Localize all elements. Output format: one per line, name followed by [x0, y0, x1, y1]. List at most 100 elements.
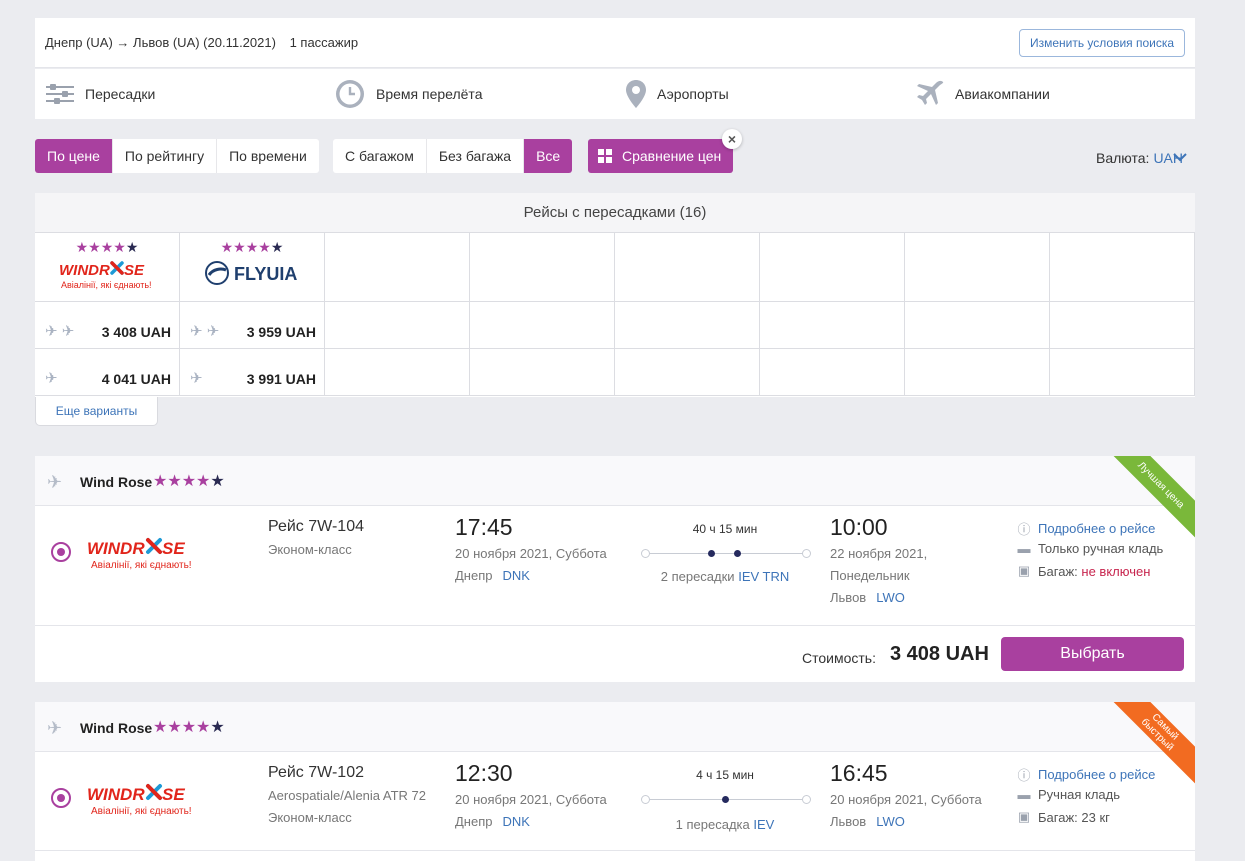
departure-time: 12:30	[455, 760, 513, 786]
details-label: Подробнее о рейсе	[1038, 521, 1156, 536]
sort-buttons: По цене По рейтингу По времени	[35, 139, 319, 173]
airline-rating: ★★★★★	[220, 239, 284, 255]
divider	[35, 850, 1195, 851]
svg-text:Авіалінії, які єднають!: Авіалінії, які єднають!	[91, 560, 192, 571]
stop-codes[interactable]: IEV TRN	[738, 569, 789, 584]
location-pin-icon	[626, 80, 646, 108]
svg-text:SE: SE	[162, 539, 185, 558]
sliders-icon	[46, 84, 74, 104]
filter-airports[interactable]: Аэропорты	[625, 69, 729, 119]
arrival-city: Львов	[830, 814, 867, 829]
flight-duration: 40 ч 15 мин	[692, 522, 758, 536]
matrix-airline-cell	[470, 233, 615, 302]
flight-duration: 4 ч 15 мин	[696, 768, 754, 782]
filter-label: Аэропорты	[657, 86, 729, 102]
passenger-count: 1 пассажир	[289, 35, 359, 50]
more-options-button[interactable]: Еще варианты	[35, 397, 158, 426]
matrix-price-cell	[905, 349, 1050, 396]
chevron-down-icon[interactable]	[1172, 150, 1188, 164]
arrival-code[interactable]: LWO	[876, 814, 905, 829]
sort-by-time[interactable]: По времени	[217, 139, 319, 173]
card-header: ✈ Wind Rose ★★★★★	[35, 456, 1195, 506]
info-icon: ⓘ	[1017, 522, 1031, 537]
arrival-time: 10:00	[830, 514, 888, 540]
matrix-price-cell	[470, 349, 615, 396]
filter-label: Время перелёта	[376, 86, 483, 102]
svg-text:Авіалінії, які єднають!: Авіалінії, які єднають!	[91, 806, 192, 817]
matrix-price-cell[interactable]: ✈ ✈ 3 959 UAH	[180, 302, 325, 349]
departure-airport: Днепр DNK	[455, 814, 530, 829]
stop-codes[interactable]: IEV	[753, 817, 774, 832]
windrose-logo: WINDR SE Авіалінії, які єднають!	[35, 257, 179, 296]
matrix-airline-cell[interactable]: ★★★★★ WINDR SE Авіалінії, які єднають!	[35, 233, 180, 302]
search-summary: Днепр (UA) → Львов (UA) (20.11.2021) 1 п…	[35, 18, 1195, 68]
matrix-price: 3 991 UAH	[246, 371, 316, 387]
flight-number: Рейс 7W-102	[268, 764, 364, 781]
info-icon: ⓘ	[1017, 768, 1031, 783]
plane-icon: ✈ ✈	[190, 323, 220, 340]
flight-radio[interactable]	[51, 542, 71, 562]
select-flight-button[interactable]: Выбрать	[1001, 637, 1184, 671]
plane-icon	[917, 80, 944, 105]
matrix-price-cell	[470, 302, 615, 349]
matrix-price-cell	[760, 349, 905, 396]
windrose-logo: WINDR SE Авіалінії, які єднають!	[87, 782, 199, 821]
suitcase-icon: ▣	[1017, 809, 1031, 824]
departure-code[interactable]: DNK	[502, 814, 529, 829]
with-baggage-button[interactable]: С багажом	[333, 139, 427, 173]
filter-airlines[interactable]: Авиакомпании	[915, 69, 1050, 119]
hand-luggage-label: Только ручная кладь	[1038, 541, 1164, 556]
route-track	[641, 549, 811, 558]
without-baggage-button[interactable]: Без багажа	[427, 139, 525, 173]
svg-text:Авіалінії, які єднають!: Авіалінії, які єднають!	[61, 280, 152, 290]
price-total: 3 408 UAH	[890, 643, 989, 665]
matrix-price-cell[interactable]: ✈ 4 041 UAH	[35, 349, 180, 396]
aircraft-type: Aerospatiale/Alenia ATR 72	[268, 788, 427, 803]
flight-details-link[interactable]: ⓘ Подробнее о рейсе	[1016, 519, 1155, 538]
filter-flight-time[interactable]: Время перелёта	[334, 69, 482, 119]
plane-icon: ✈	[47, 472, 63, 492]
matrix-price-cell	[325, 302, 470, 349]
arrival-weekday: Понедельник	[830, 568, 910, 583]
plane-icon: ✈	[47, 718, 63, 738]
svg-text:WINDR: WINDR	[87, 539, 145, 558]
route-text: Днепр (UA) → Львов (UA) (20.11.2021)	[45, 35, 276, 50]
grid-icon	[598, 149, 612, 163]
filter-transfers[interactable]: Пересадки	[45, 69, 155, 119]
stops-info: 2 пересадки IEV TRN	[635, 569, 815, 584]
arrival-date: 22 ноября 2021,	[830, 546, 928, 561]
arrival-code[interactable]: LWO	[876, 590, 905, 605]
departure-code[interactable]: DNK	[502, 568, 529, 583]
flight-radio[interactable]	[51, 788, 71, 808]
arrival-time: 16:45	[830, 760, 888, 786]
card-footer: Стоимость: 3 408 UAH Выбрать	[35, 625, 1195, 681]
matrix-price-cell[interactable]: ✈ 3 991 UAH	[180, 349, 325, 396]
card-header: ✈ Wind Rose ★★★★★	[35, 702, 1195, 752]
airline-rating: ★★★★★	[153, 719, 225, 736]
all-baggage-button[interactable]: Все	[524, 139, 573, 173]
flight-details-link[interactable]: ⓘ Подробнее о рейсе	[1016, 765, 1155, 784]
bag-icon: ▬	[1017, 541, 1031, 556]
stops-count: 2 пересадки	[660, 569, 735, 584]
currency-selector[interactable]: Валюта: UAH	[1096, 150, 1183, 166]
price-label: Стоимость:	[802, 650, 876, 666]
sort-by-price[interactable]: По цене	[35, 139, 113, 173]
cabin-class: Эконом-класс	[268, 810, 352, 825]
sort-by-rating[interactable]: По рейтингу	[113, 139, 218, 173]
matrix-price-cell	[1050, 302, 1195, 349]
matrix-title: Рейсы с пересадками (16)	[35, 193, 1195, 233]
matrix-price-cell[interactable]: ✈ ✈ 3 408 UAH	[35, 302, 180, 349]
svg-text:FLYUIA: FLYUIA	[234, 264, 297, 284]
matrix-airline-cell	[760, 233, 905, 302]
close-icon[interactable]: ×	[722, 129, 742, 149]
change-search-button[interactable]: Изменить условия поиска	[1019, 29, 1185, 57]
departure-date: 20 ноября 2021, Суббота	[455, 546, 607, 561]
compare-label: Сравнение цен	[622, 148, 722, 164]
matrix-price-cell	[760, 302, 905, 349]
arrival-airport: Львов LWO	[830, 590, 905, 605]
hand-luggage-info: ▬ Только ручная кладь	[1016, 541, 1164, 556]
suitcase-icon: ▣	[1017, 563, 1031, 578]
price-compare-button[interactable]: Сравнение цен	[588, 139, 733, 173]
matrix-airline-cell[interactable]: ★★★★★ FLYUIA	[180, 233, 325, 302]
hand-luggage-info: ▬ Ручная кладь	[1016, 787, 1121, 802]
